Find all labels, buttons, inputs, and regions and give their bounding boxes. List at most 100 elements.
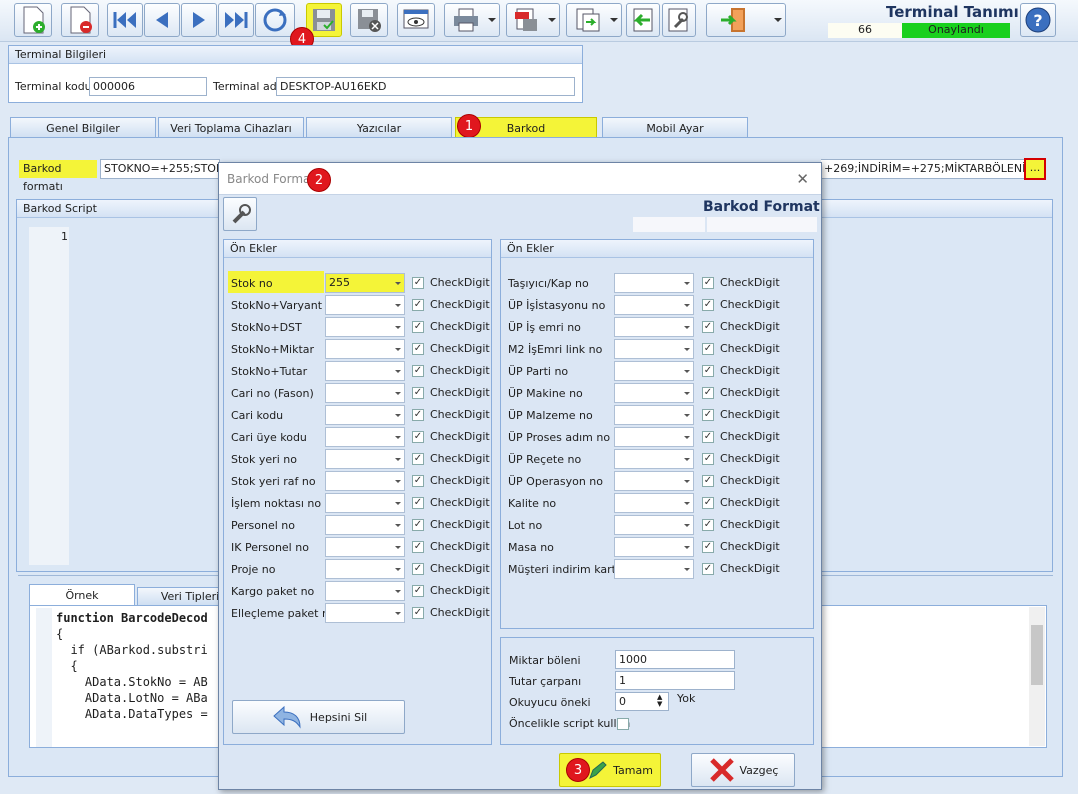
- prefix-combo[interactable]: [614, 383, 694, 403]
- prefix-combo[interactable]: [614, 339, 694, 359]
- prefix-combo[interactable]: [325, 559, 405, 579]
- checkdigit-checkbox[interactable]: ✓: [412, 563, 424, 575]
- first-record-button[interactable]: [107, 3, 143, 37]
- prefix-combo[interactable]: [614, 449, 694, 469]
- checkdigit-checkbox[interactable]: ✓: [702, 387, 714, 399]
- checkdigit-checkbox[interactable]: ✓: [702, 519, 714, 531]
- export-button[interactable]: [566, 3, 622, 37]
- tutar-field[interactable]: 1: [615, 671, 735, 690]
- checkdigit-checkbox[interactable]: ✓: [412, 497, 424, 509]
- prefix-combo[interactable]: [614, 317, 694, 337]
- checkdigit-checkbox[interactable]: ✓: [412, 453, 424, 465]
- close-icon[interactable]: ✕: [796, 163, 809, 195]
- prefix-combo[interactable]: [614, 493, 694, 513]
- scrollbar[interactable]: [1029, 607, 1045, 746]
- checkdigit-checkbox[interactable]: ✓: [412, 343, 424, 355]
- prefix-combo[interactable]: [614, 559, 694, 579]
- prefix-combo[interactable]: [325, 537, 405, 557]
- code-line-3: if (ABarkod.substri: [56, 643, 208, 657]
- prefix-combo[interactable]: [325, 361, 405, 381]
- tab-mobil-ayar[interactable]: Mobil Ayar: [602, 117, 748, 138]
- print-button[interactable]: [444, 3, 500, 37]
- checkdigit-checkbox[interactable]: ✓: [412, 277, 424, 289]
- help-button[interactable]: ?: [1020, 3, 1056, 37]
- checkdigit-checkbox[interactable]: ✓: [412, 475, 424, 487]
- checkdigit-checkbox[interactable]: ✓: [412, 541, 424, 553]
- prefix-combo[interactable]: [325, 405, 405, 425]
- prefix-combo[interactable]: [325, 515, 405, 535]
- prefix-combo[interactable]: [325, 383, 405, 403]
- prefix-combo[interactable]: [325, 295, 405, 315]
- checkdigit-checkbox[interactable]: ✓: [702, 541, 714, 553]
- prefix-combo[interactable]: [614, 471, 694, 491]
- pdf-export-button[interactable]: [506, 3, 560, 37]
- checkdigit-checkbox[interactable]: ✓: [702, 497, 714, 509]
- cancel-save-button[interactable]: [350, 3, 388, 37]
- prefix-combo[interactable]: [614, 405, 694, 425]
- checkdigit-checkbox[interactable]: ✓: [412, 409, 424, 421]
- refresh-button[interactable]: [255, 3, 295, 37]
- barcode-format-ellipsis-button[interactable]: ...: [1024, 158, 1046, 180]
- terminal-code-field[interactable]: 000006: [89, 77, 207, 96]
- miktar-field[interactable]: 1000: [615, 650, 735, 669]
- terminal-name-field[interactable]: DESKTOP-AU16EKD: [276, 77, 575, 96]
- prefix-label: StokNo+Varyant: [231, 299, 323, 312]
- prefix-combo[interactable]: [614, 537, 694, 557]
- prefix-combo[interactable]: [614, 295, 694, 315]
- prefix-combo[interactable]: [614, 427, 694, 447]
- exit-button[interactable]: [706, 3, 786, 37]
- barcode-format-field[interactable]: STOKNO=+255;STOKNO: [100, 159, 220, 179]
- checkdigit-checkbox[interactable]: ✓: [412, 431, 424, 443]
- prefix-combo[interactable]: [325, 317, 405, 337]
- prefix-combo[interactable]: [325, 339, 405, 359]
- prefix-combo[interactable]: [614, 515, 694, 535]
- tab-yazicilar[interactable]: Yazıcılar: [306, 117, 452, 138]
- checkdigit-checkbox[interactable]: ✓: [412, 321, 424, 333]
- checkdigit-checkbox[interactable]: ✓: [412, 365, 424, 377]
- checkdigit-checkbox[interactable]: ✓: [702, 277, 714, 289]
- scrollbar-thumb[interactable]: [1031, 625, 1043, 685]
- prefix-row: Cari kodu ✓ CheckDigit: [224, 405, 491, 425]
- checkdigit-checkbox[interactable]: ✓: [412, 519, 424, 531]
- checkdigit-checkbox[interactable]: ✓: [702, 453, 714, 465]
- prefix-combo[interactable]: [325, 427, 405, 447]
- barkod-format-dialog: Barkod Format ✕ 2 Barkod Format Ön Ekler…: [218, 162, 822, 790]
- checkdigit-checkbox[interactable]: ✓: [702, 563, 714, 575]
- prefix-combo[interactable]: [325, 603, 405, 623]
- script-priority-checkbox[interactable]: [617, 718, 629, 730]
- checkdigit-checkbox[interactable]: ✓: [702, 365, 714, 377]
- prefix-combo[interactable]: 255: [325, 273, 405, 293]
- tools-button[interactable]: [662, 3, 696, 37]
- import-button[interactable]: [626, 3, 660, 37]
- checkdigit-checkbox[interactable]: ✓: [412, 387, 424, 399]
- checkdigit-checkbox[interactable]: ✓: [412, 299, 424, 311]
- prefix-combo[interactable]: [325, 449, 405, 469]
- new-document-button[interactable]: [14, 3, 52, 37]
- checkdigit-checkbox[interactable]: ✓: [412, 585, 424, 597]
- checkdigit-checkbox[interactable]: ✓: [702, 431, 714, 443]
- delete-document-button[interactable]: [61, 3, 99, 37]
- spinner-arrows-icon[interactable]: ▲ ▼: [657, 694, 662, 708]
- checkdigit-checkbox[interactable]: ✓: [412, 607, 424, 619]
- prefix-combo[interactable]: [614, 273, 694, 293]
- last-record-button[interactable]: [218, 3, 254, 37]
- previous-record-button[interactable]: [144, 3, 180, 37]
- prefix-combo[interactable]: [325, 471, 405, 491]
- preview-button[interactable]: [397, 3, 435, 37]
- tools-button[interactable]: [223, 197, 257, 231]
- prefix-combo[interactable]: [325, 581, 405, 601]
- tab-veri-toplama[interactable]: Veri Toplama Cihazları: [158, 117, 304, 138]
- checkdigit-checkbox[interactable]: ✓: [702, 475, 714, 487]
- checkdigit-checkbox[interactable]: ✓: [702, 343, 714, 355]
- checkdigit-checkbox[interactable]: ✓: [702, 409, 714, 421]
- clear-all-button[interactable]: Hepsini Sil: [232, 700, 405, 734]
- tab-genel-bilgiler[interactable]: Genel Bilgiler: [10, 117, 156, 138]
- prefix-combo[interactable]: [614, 361, 694, 381]
- checkdigit-checkbox[interactable]: ✓: [702, 299, 714, 311]
- tab-ornek[interactable]: Örnek: [29, 584, 135, 605]
- prefix-combo[interactable]: [325, 493, 405, 513]
- next-record-button[interactable]: [181, 3, 217, 37]
- record-number: 66: [828, 23, 902, 38]
- cancel-button[interactable]: Vazgeç: [691, 753, 795, 787]
- checkdigit-checkbox[interactable]: ✓: [702, 321, 714, 333]
